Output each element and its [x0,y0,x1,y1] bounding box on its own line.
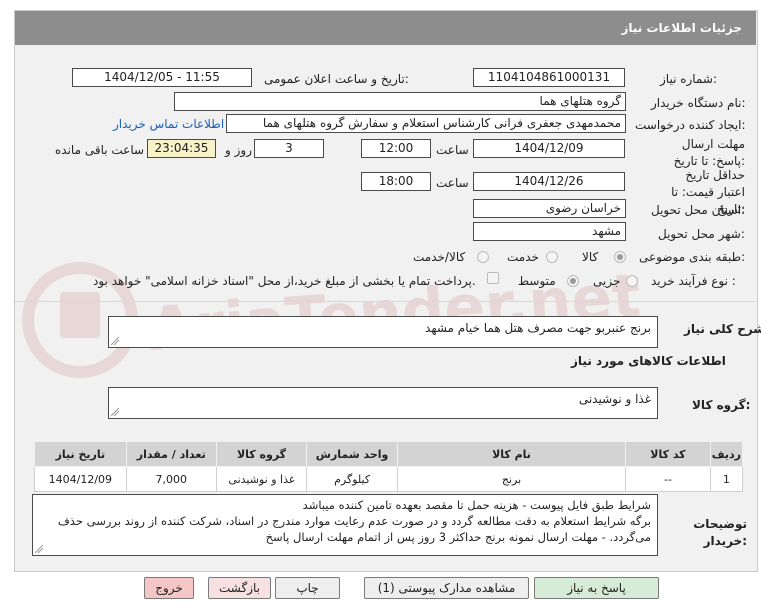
city-label: شهر محل تحویل: [658,227,745,241]
time-remaining-label: ساعت باقی مانده [55,143,145,157]
page-title: جزئیات اطلاعات نیاز [621,21,742,35]
buyer-contact-link[interactable]: اطلاعات تماس خریدار [113,117,224,131]
table-header-row: ردیف کد کالا نام کالا واحد شمارش گروه کا… [34,441,744,467]
price-validity-date-field: 1404/12/26 [473,172,625,191]
resize-grip-icon [35,545,43,553]
category-goods-radio[interactable] [614,251,626,263]
process-medium-label: متوسط [518,274,556,288]
col-row: ردیف [709,441,744,467]
exit-button[interactable]: خروج [144,577,194,599]
process-minor-radio[interactable] [626,275,638,287]
goods-group-label: گروه کالا: [692,398,751,412]
col-group: گروه کالا [215,441,308,467]
cell-name: برنج [396,466,627,492]
back-button[interactable]: بازگشت [208,577,271,599]
category-service-radio[interactable] [546,251,558,263]
summary-label: شرح کلی نیاز: [684,322,761,336]
panel-header: جزئیات اطلاعات نیاز [15,11,756,45]
items-table: ردیف کد کالا نام کالا واحد شمارش گروه کا… [34,441,744,492]
category-both-label: کالا/خدمت [413,250,466,264]
col-date: تاریخ نیاز [34,441,127,467]
deadline-time-field: 12:00 [361,139,431,158]
divider [15,301,756,302]
deadline-time-label: ساعت [436,143,469,157]
process-minor-label: جزیی [593,274,621,288]
announce-datetime-field: 1404/12/05 - 11:55 [72,68,252,87]
col-code: کد کالا [625,441,711,467]
process-label: نوع فرآیند خرید : [651,274,736,288]
cell-row: 1 [709,466,744,492]
summary-text: برنج عنبربو جهت مصرف هتل هما خیام مشهد [425,321,651,335]
category-label: طبقه بندی موضوعی: [639,250,746,264]
days-label: روز و [225,143,252,157]
treasury-payment-note: پرداخت تمام یا بخشی از مبلغ خرید،از محل … [93,274,476,288]
col-quantity: تعداد / مقدار [125,441,217,467]
price-validity-time-field: 18:00 [361,172,431,191]
days-remaining-field: 3 [254,139,324,158]
col-unit: واحد شمارش [306,441,398,467]
buyer-notes-line: برگه شرایط استعلام به دقت مطالعه گردد و … [57,514,651,528]
category-both-radio[interactable] [477,251,489,263]
print-button[interactable]: چاپ [275,577,340,599]
province-label: استان محل تحویل: [651,203,746,217]
goods-group-textarea[interactable]: غذا و نوشیدنی [108,387,658,419]
buyer-org-label: نام دستگاه خریدار: [651,96,746,110]
attachments-button[interactable]: مشاهده مدارک پیوستی (1) [364,577,529,599]
city-field: مشهد [473,222,626,241]
requester-field: محمدمهدی جعفری فرانی کارشناس استعلام و س… [226,114,626,133]
cell-unit: کیلوگرم [306,466,398,492]
need-number-label: شماره نیاز: [660,72,718,86]
process-medium-radio[interactable] [567,275,579,287]
buyer-org-field: گروه هتلهای هما [174,92,626,111]
summary-textarea[interactable]: برنج عنبربو جهت مصرف هتل هما خیام مشهد [108,316,658,348]
price-validity-time-label: ساعت [436,176,469,190]
cell-date: 1404/12/09 [34,466,127,492]
announce-datetime-label: تاریخ و ساعت اعلان عمومی: [264,72,409,86]
province-field: خراسان رضوی [473,199,626,218]
deadline-date-field: 1404/12/09 [473,139,625,158]
buyer-notes-label: توضیحات خریدار: [693,517,747,548]
buyer-notes-textarea[interactable]: شرایط طبق فایل پیوست - هزینه حمل تا مقصد… [32,494,658,556]
cell-quantity: 7,000 [125,466,217,492]
category-service-label: خدمت [507,250,539,264]
cell-group: غذا و نوشیدنی [215,466,308,492]
category-goods-label: کالا [582,250,599,264]
buyer-notes-line: شرایط طبق فایل پیوست - هزینه حمل تا مقصد… [302,498,651,512]
deadline-label: مهلت ارسال پاسخ: تا تاریخ: [673,137,745,168]
cell-code: -- [625,466,711,492]
need-number-field: 1104104861000131 [473,68,625,87]
treasury-payment-checkbox[interactable] [487,272,499,284]
goods-info-title: اطلاعات کالاهای مورد نیاز [571,354,726,368]
table-row: 1 -- برنج کیلوگرم غذا و نوشیدنی 7,000 14… [34,466,744,492]
col-name: نام کالا [396,441,627,467]
resize-grip-icon [111,337,119,345]
reply-button[interactable]: پاسخ به نیاز [534,577,659,599]
goods-group-text: غذا و نوشیدنی [578,392,651,406]
requester-label: ایجاد کننده درخواست: [635,118,746,132]
time-remaining-field: 23:04:35 [147,139,216,158]
buyer-notes-line: می‌گردد. - مهلت ارسال نمونه برنج حداکثر … [265,530,651,544]
resize-grip-icon [111,408,119,416]
